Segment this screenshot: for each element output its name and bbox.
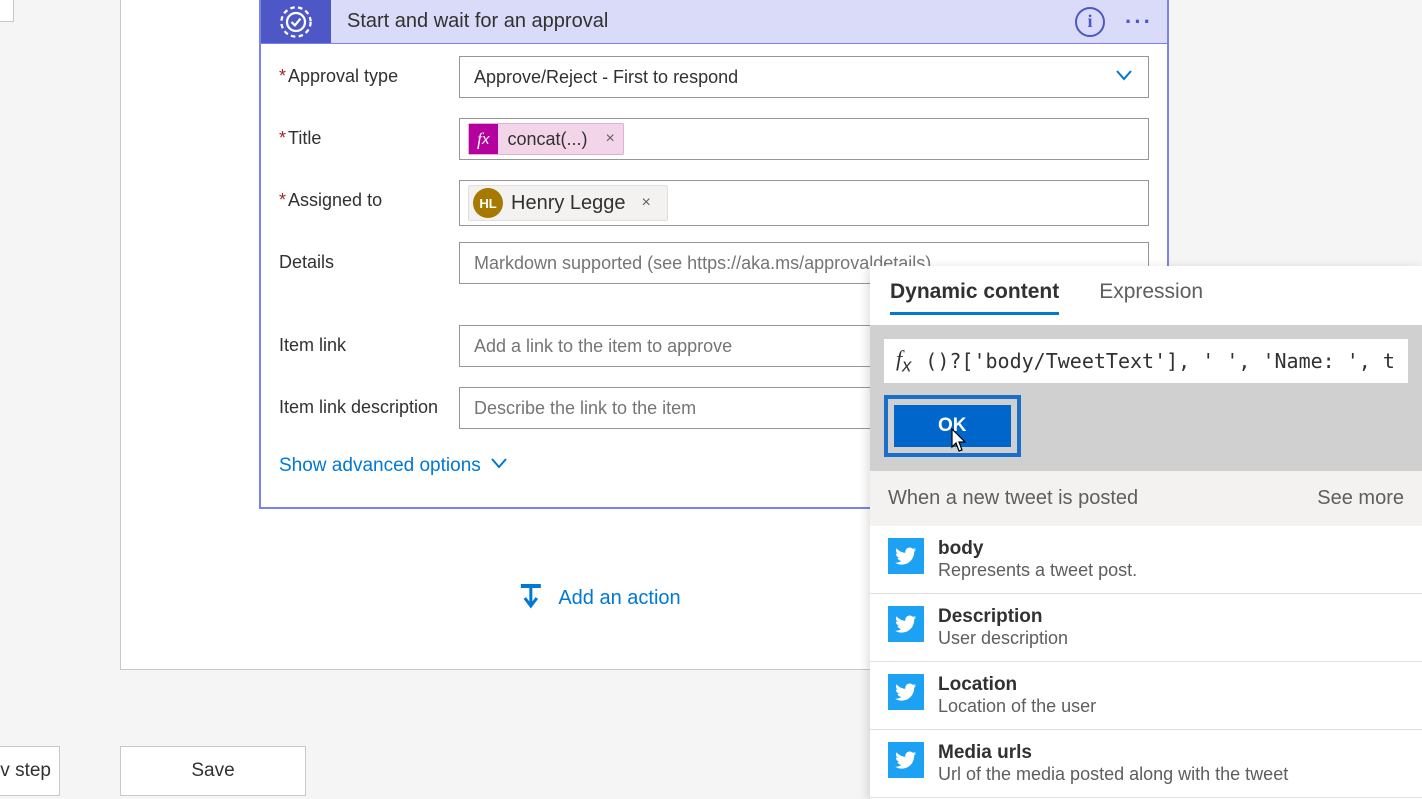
person-pill[interactable]: HL Henry Legge ×: [468, 185, 668, 221]
approval-type-value: Approve/Reject - First to respond: [474, 67, 738, 88]
new-step-button[interactable]: v step: [0, 746, 60, 796]
ellipsis-icon[interactable]: ···: [1125, 9, 1153, 35]
person-name: Henry Legge: [511, 192, 626, 215]
field-approval-type: *Approval type Approve/Reject - First to…: [279, 56, 1149, 102]
card-title: Start and wait for an approval: [331, 10, 1075, 33]
assigned-to-input[interactable]: HL Henry Legge ×: [459, 180, 1149, 226]
see-more-link[interactable]: See more: [1317, 487, 1404, 510]
fx-icon: fx: [469, 124, 498, 154]
tab-dynamic-content[interactable]: Dynamic content: [890, 280, 1059, 315]
expression-text: ()?['body/TweetText'], ' ', 'Name: ', t: [925, 349, 1395, 373]
save-button[interactable]: Save: [120, 746, 306, 796]
label-item-link-desc: Item link description: [279, 397, 438, 417]
ok-button[interactable]: OK: [894, 405, 1011, 447]
fx-expression-pill[interactable]: fx concat(...) ×: [468, 123, 624, 155]
twitter-icon: [888, 538, 924, 574]
approval-icon: [261, 0, 331, 43]
truncated-panel: [0, 0, 14, 22]
dynamic-item-name: body: [938, 538, 1137, 560]
add-action-icon: [514, 580, 546, 617]
chevron-down-icon: [489, 453, 509, 479]
advanced-options-label: Show advanced options: [279, 455, 481, 477]
add-an-action[interactable]: Add an action: [514, 580, 680, 617]
avatar: HL: [473, 188, 503, 218]
info-icon[interactable]: i: [1075, 7, 1105, 37]
field-title: *Title fx concat(...) ×: [279, 118, 1149, 164]
fx-icon: fx: [896, 346, 911, 376]
dynamic-panel-tabs: Dynamic content Expression: [870, 266, 1422, 325]
ok-button-highlight: OK: [884, 395, 1021, 457]
dynamic-item-name: Media urls: [938, 742, 1288, 764]
dynamic-items-list: bodyRepresents a tweet post.DescriptionU…: [870, 526, 1422, 798]
dynamic-item-name: Location: [938, 674, 1096, 696]
dynamic-source-header: When a new tweet is posted See more: [870, 471, 1422, 526]
dynamic-item[interactable]: LocationLocation of the user: [870, 662, 1422, 730]
label-item-link: Item link: [279, 335, 346, 355]
dynamic-item-desc: User description: [938, 628, 1068, 649]
dynamic-item[interactable]: bodyRepresents a tweet post.: [870, 526, 1422, 594]
twitter-icon: [888, 606, 924, 642]
tab-expression[interactable]: Expression: [1099, 280, 1203, 315]
field-assigned-to: *Assigned to HL Henry Legge ×: [279, 180, 1149, 226]
dynamic-item-name: Description: [938, 606, 1068, 628]
expression-input[interactable]: fx ()?['body/TweetText'], ' ', 'Name: ',…: [884, 339, 1408, 383]
card-header[interactable]: Start and wait for an approval i ···: [261, 0, 1167, 44]
title-input[interactable]: fx concat(...) ×: [459, 118, 1149, 160]
twitter-icon: [888, 742, 924, 778]
remove-person-icon[interactable]: ×: [634, 194, 659, 212]
add-action-label: Add an action: [558, 587, 680, 610]
expression-area: fx ()?['body/TweetText'], ' ', 'Name: ',…: [870, 325, 1422, 471]
dynamic-item-desc: Url of the media posted along with the t…: [938, 764, 1288, 785]
dynamic-item[interactable]: Media urlsUrl of the media posted along …: [870, 730, 1422, 798]
label-details: Details: [279, 252, 334, 272]
dynamic-item-desc: Represents a tweet post.: [938, 560, 1137, 581]
approval-type-select[interactable]: Approve/Reject - First to respond: [459, 56, 1149, 98]
remove-pill-icon[interactable]: ×: [598, 130, 623, 148]
label-title: Title: [288, 128, 321, 148]
label-assigned-to: Assigned to: [288, 190, 382, 210]
dynamic-item[interactable]: DescriptionUser description: [870, 594, 1422, 662]
twitter-icon: [888, 674, 924, 710]
label-approval-type: Approval type: [288, 66, 398, 86]
chevron-down-icon: [1114, 65, 1134, 90]
source-title: When a new tweet is posted: [888, 487, 1138, 510]
dynamic-content-panel: Dynamic content Expression fx ()?['body/…: [870, 266, 1422, 799]
dynamic-item-desc: Location of the user: [938, 696, 1096, 717]
fx-pill-text: concat(...): [498, 129, 598, 150]
